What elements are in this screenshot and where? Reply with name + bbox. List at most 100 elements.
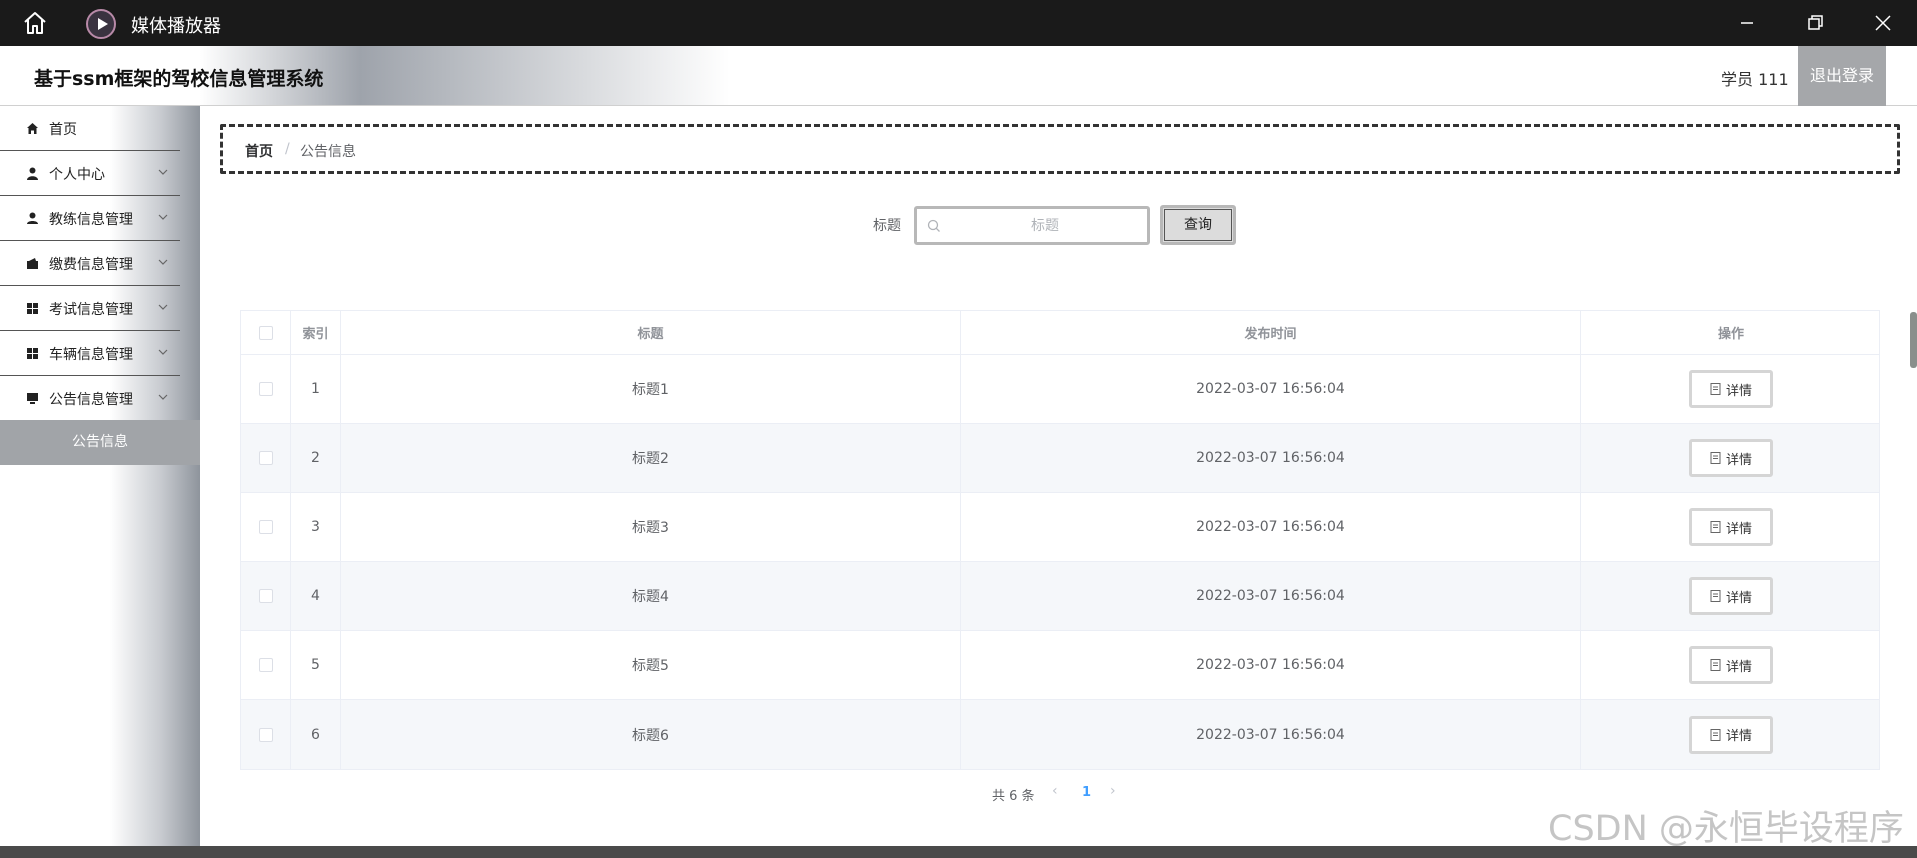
column-header-title: 标题 (341, 311, 961, 354)
row-checkbox-cell (241, 493, 291, 561)
row-checkbox[interactable] (258, 451, 273, 465)
chevron-down-icon (158, 304, 168, 310)
sidebar-item-label: 缴费信息管理 (49, 257, 133, 273)
window-titlebar: 媒体播放器 (0, 0, 1917, 46)
detail-button-label: 详情 (1725, 452, 1752, 468)
sidebar-item-payment[interactable]: 缴费信息管理 (0, 241, 180, 286)
row-checkbox[interactable] (258, 589, 273, 603)
row-index: 2 (291, 424, 341, 492)
chevron-down-icon (158, 349, 168, 355)
sidebar-item-home[interactable]: 首页 (0, 106, 180, 151)
row-action-cell: 详情 (1581, 355, 1881, 423)
row-checkbox-cell (241, 700, 291, 769)
row-time: 2022-03-07 16:56:04 (961, 493, 1581, 561)
row-checkbox[interactable] (258, 727, 273, 742)
breadcrumb: 首页 / 公告信息 (220, 124, 1900, 174)
document-icon (1710, 452, 1721, 464)
sidebar-item-label: 首页 (49, 122, 77, 138)
detail-button[interactable]: 详情 (1689, 439, 1773, 477)
row-time: 2022-03-07 16:56:04 (961, 355, 1581, 423)
row-action-cell: 详情 (1581, 562, 1881, 630)
detail-button[interactable]: 详情 (1689, 508, 1773, 546)
sidebar-item-coach[interactable]: 教练信息管理 (0, 196, 180, 241)
row-index: 3 (291, 493, 341, 561)
row-checkbox-cell (241, 631, 291, 699)
table-row: 6 标题6 2022-03-07 16:56:04 详情 (241, 700, 1879, 769)
announcement-table: 索引 标题 发布时间 操作 1 标题1 2022-03-07 16:56:04 … (240, 310, 1880, 770)
table-row: 1 标题1 2022-03-07 16:56:04 详情 (241, 355, 1879, 424)
restore-button[interactable] (1781, 0, 1849, 46)
sidebar-item-exam[interactable]: 考试信息管理 (0, 286, 180, 331)
row-checkbox[interactable] (258, 658, 273, 672)
column-header-time: 发布时间 (961, 311, 1581, 354)
detail-button-label: 详情 (1725, 383, 1752, 399)
document-icon (1710, 383, 1721, 395)
search-button[interactable]: 查询 (1160, 205, 1236, 245)
user-icon (27, 212, 38, 224)
sidebar-item-label: 公告信息管理 (49, 392, 133, 408)
column-header-action: 操作 (1717, 327, 1744, 342)
minimize-icon (1741, 22, 1753, 24)
document-icon (1710, 590, 1721, 602)
row-title: 标题6 (341, 700, 961, 769)
user-icon (27, 167, 38, 180)
sidebar-item-label: 个人中心 (49, 167, 105, 183)
sidebar-item-label: 车辆信息管理 (49, 347, 133, 363)
search-field[interactable] (914, 206, 1150, 245)
row-action-cell: 详情 (1581, 493, 1881, 561)
row-action-cell: 详情 (1581, 700, 1881, 769)
breadcrumb-separator: / (285, 141, 290, 157)
sidebar-item-vehicle[interactable]: 车辆信息管理 (0, 331, 180, 376)
pagination-prev-button[interactable]: ‹ (1052, 783, 1058, 799)
monitor-icon (27, 393, 38, 404)
sidebar: 首页 个人中心 教练信息管理 缴费信息管理 考试信息管理 车辆信息管理 公告信息… (0, 106, 200, 858)
select-all-checkbox[interactable] (258, 325, 273, 340)
row-index: 5 (291, 631, 341, 699)
row-title: 标题5 (341, 631, 961, 699)
detail-button[interactable]: 详情 (1689, 646, 1773, 684)
scrollbar-thumb[interactable] (1910, 312, 1917, 368)
table-row: 3 标题3 2022-03-07 16:56:04 详情 (241, 493, 1879, 562)
row-title: 标题1 (341, 355, 961, 423)
chevron-down-icon (158, 259, 168, 265)
row-checkbox-cell (241, 355, 291, 423)
home-icon[interactable] (22, 11, 48, 35)
close-button[interactable] (1849, 0, 1917, 46)
header-checkbox-cell (241, 311, 291, 354)
detail-button-label: 详情 (1725, 659, 1752, 675)
logout-button[interactable]: 退出登录 (1798, 46, 1886, 106)
breadcrumb-home[interactable]: 首页 (245, 141, 273, 161)
grid-icon (27, 303, 38, 314)
detail-button-label: 详情 (1725, 729, 1752, 744)
row-checkbox[interactable] (258, 520, 273, 534)
sidebar-item-label: 教练信息管理 (49, 212, 133, 228)
document-icon (1710, 728, 1721, 741)
detail-button[interactable]: 详情 (1689, 370, 1773, 408)
row-action-cell: 详情 (1581, 424, 1881, 492)
minimize-button[interactable] (1713, 0, 1781, 46)
row-time: 2022-03-07 16:56:04 (961, 424, 1581, 492)
row-title: 标题3 (341, 493, 961, 561)
detail-button-label: 详情 (1725, 590, 1752, 606)
sidebar-item-label: 考试信息管理 (49, 302, 133, 318)
close-icon (1875, 15, 1891, 31)
row-action-cell: 详情 (1581, 631, 1881, 699)
chevron-down-icon (158, 214, 168, 220)
restore-icon (1808, 15, 1823, 30)
sidebar-item-announcement[interactable]: 公告信息管理 (0, 376, 180, 421)
app-header: 基于ssm框架的驾校信息管理系统 学员 111 退出登录 (0, 46, 1917, 106)
search-input[interactable] (947, 215, 1143, 237)
row-checkbox[interactable] (258, 382, 273, 396)
sidebar-subitem-announcement-info[interactable]: 公告信息 (0, 420, 200, 465)
pagination-next-button[interactable]: › (1110, 783, 1116, 799)
row-index: 1 (291, 355, 341, 423)
detail-button[interactable]: 详情 (1689, 715, 1773, 754)
row-time: 2022-03-07 16:56:04 (961, 631, 1581, 699)
detail-button[interactable]: 详情 (1689, 577, 1773, 615)
pagination-page-1[interactable]: 1 (1082, 785, 1091, 800)
sidebar-item-personal-center[interactable]: 个人中心 (0, 151, 180, 196)
system-title: 基于ssm框架的驾校信息管理系统 (34, 68, 324, 90)
row-index: 6 (291, 700, 341, 769)
row-title: 标题4 (341, 562, 961, 630)
row-index: 4 (291, 562, 341, 630)
